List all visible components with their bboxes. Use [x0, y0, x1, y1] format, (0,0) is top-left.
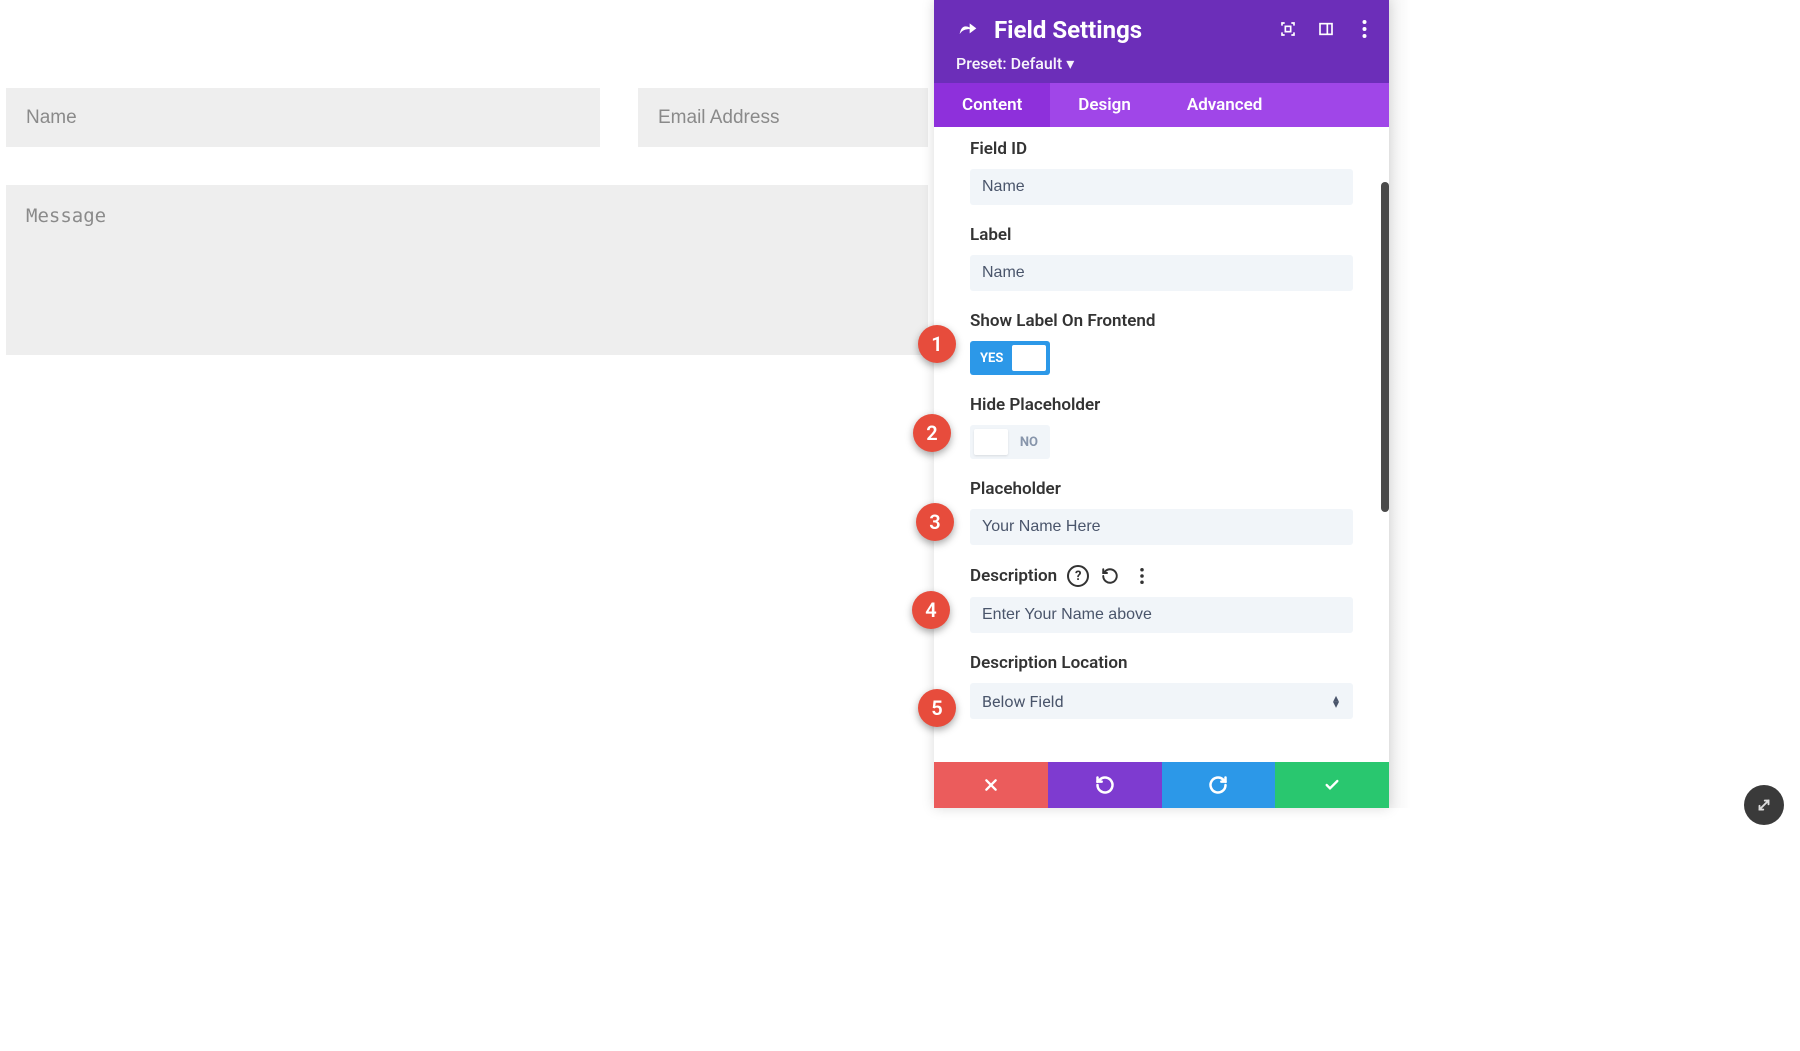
expand-fab[interactable]: [1744, 785, 1784, 825]
description-input[interactable]: [970, 597, 1353, 633]
tab-advanced[interactable]: Advanced: [1159, 83, 1291, 127]
annotation-badge-2: 2: [913, 414, 951, 452]
panel-icon[interactable]: [1317, 20, 1335, 38]
scrollbar-thumb[interactable]: [1381, 182, 1389, 512]
kebab-menu-icon[interactable]: [1131, 565, 1153, 587]
redo-button[interactable]: [1162, 762, 1276, 808]
annotation-badge-3: 3: [916, 503, 954, 541]
email-input[interactable]: [638, 88, 928, 147]
field-id-label: Field ID: [970, 139, 1353, 159]
expand-icon[interactable]: [1279, 20, 1297, 38]
sidebar-title: Field Settings: [994, 16, 1142, 44]
tab-content[interactable]: Content: [934, 83, 1050, 127]
help-icon[interactable]: ?: [1067, 565, 1089, 587]
field-id-input[interactable]: [970, 169, 1353, 205]
select-value: Below Field: [982, 692, 1064, 711]
placeholder-input[interactable]: [970, 509, 1353, 545]
label-label: Label: [970, 225, 1353, 245]
preset-dropdown[interactable]: Preset: Default ▾: [956, 54, 1367, 73]
cancel-button[interactable]: [934, 762, 1048, 808]
tab-design[interactable]: Design: [1050, 83, 1159, 127]
settings-body: Field ID Label Show Label On Frontend YE…: [934, 127, 1389, 762]
toggle-yes-text: YES: [980, 351, 1003, 366]
toggle-knob: [1012, 345, 1046, 371]
select-caret-icon: ▴▾: [1333, 695, 1339, 707]
kebab-menu-icon[interactable]: [1355, 20, 1373, 38]
sidebar-header: Field Settings Preset: Default ▾: [934, 0, 1389, 83]
show-label-toggle[interactable]: YES: [970, 341, 1050, 375]
undo-button[interactable]: [1048, 762, 1162, 808]
form-canvas: [0, 0, 934, 1051]
description-label-text: Description: [970, 566, 1057, 586]
sidebar-shadow: [1389, 0, 1411, 808]
caret-down-icon: ▾: [1066, 54, 1074, 73]
placeholder-label: Placeholder: [970, 479, 1353, 499]
annotation-badge-4: 4: [912, 591, 950, 629]
sidebar-footer: [934, 762, 1389, 808]
message-textarea[interactable]: [6, 185, 928, 355]
label-input[interactable]: [970, 255, 1353, 291]
toggle-knob: [974, 429, 1008, 455]
preset-label: Preset: Default: [956, 54, 1062, 73]
description-label: Description ?: [970, 565, 1353, 587]
hide-placeholder-toggle[interactable]: NO: [970, 425, 1050, 459]
name-input[interactable]: [6, 88, 600, 147]
tabs: Content Design Advanced: [934, 83, 1389, 127]
reset-icon[interactable]: [1099, 565, 1121, 587]
show-label-label: Show Label On Frontend: [970, 311, 1353, 331]
toggle-no-text: NO: [1020, 435, 1038, 450]
description-location-select[interactable]: Below Field ▴▾: [970, 683, 1353, 719]
description-location-label: Description Location: [970, 653, 1353, 673]
back-arrow-icon[interactable]: [956, 18, 980, 42]
save-button[interactable]: [1275, 762, 1389, 808]
annotation-badge-1: 1: [918, 325, 956, 363]
annotation-badge-5: 5: [918, 689, 956, 727]
settings-sidebar: Field Settings Preset: Default ▾ Content…: [934, 0, 1389, 808]
hide-placeholder-label: Hide Placeholder: [970, 395, 1353, 415]
